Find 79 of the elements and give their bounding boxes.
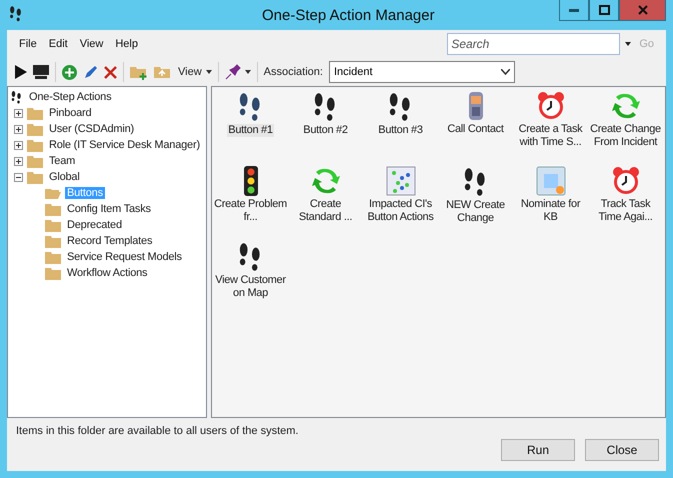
status-text: Items in this folder are available to all users of the system. <box>15 424 300 437</box>
add-icon[interactable] <box>62 64 77 80</box>
view-dropdown[interactable]: View <box>178 66 212 78</box>
dropdown-arrow-icon[interactable] <box>625 42 632 46</box>
association-dropdown[interactable]: Incident <box>328 61 515 83</box>
action-item[interactable]: Button #2 <box>302 124 349 137</box>
action-item[interactable]: Button #3 <box>377 124 424 137</box>
folder-icon <box>27 154 43 168</box>
minimize-button[interactable] <box>559 0 589 21</box>
tree-item[interactable]: Global <box>47 171 82 183</box>
tree-item[interactable]: User (CSDAdmin) <box>47 123 136 135</box>
folder-icon <box>27 138 43 152</box>
action-item[interactable]: Create Problem fr... <box>213 198 288 224</box>
play-icon[interactable] <box>15 65 27 79</box>
action-item[interactable]: Call Contact <box>446 123 505 136</box>
recycle-arrows-icon <box>310 166 340 196</box>
collapse-icon[interactable] <box>14 172 23 182</box>
folder-icon <box>27 122 43 136</box>
folder-icon <box>45 218 61 232</box>
caret-icon <box>206 70 212 74</box>
footprints-icon <box>10 90 23 104</box>
footprints-icon <box>8 5 24 22</box>
tree-item[interactable]: Config Item Tasks <box>65 203 153 215</box>
new-folder-icon[interactable] <box>130 64 148 80</box>
run-button[interactable]: Run <box>501 439 575 461</box>
menu-item[interactable]: Edit <box>42 38 74 50</box>
expand-icon[interactable] <box>14 156 23 166</box>
expand-icon[interactable] <box>14 140 23 150</box>
phone-icon <box>468 91 484 121</box>
folder-icon <box>45 234 61 248</box>
tree-item[interactable]: Service Request Models <box>65 251 184 263</box>
folder-icon <box>45 202 61 216</box>
alarm-clock-icon <box>610 166 640 196</box>
menu-item[interactable]: View <box>74 38 110 50</box>
folder-icon <box>45 186 61 200</box>
expand-icon[interactable] <box>14 124 23 134</box>
folder-icon <box>27 106 43 120</box>
tree-item[interactable]: Pinboard <box>47 107 94 119</box>
caret-icon <box>244 70 251 74</box>
tree-item[interactable]: Role (IT Service Desk Manager) <box>47 139 202 151</box>
action-item[interactable]: Create a Task with Time S... <box>513 123 588 149</box>
close-button[interactable] <box>619 0 666 21</box>
action-item[interactable]: Button #1 <box>227 124 274 137</box>
menu-item[interactable]: File <box>13 38 43 50</box>
delete-icon[interactable] <box>104 66 117 78</box>
screen-icon[interactable] <box>33 65 49 79</box>
close-icon <box>638 5 648 15</box>
magnifier-document-icon <box>536 166 566 196</box>
menu-item[interactable]: Help <box>109 38 144 50</box>
action-item[interactable]: Impacted CI's Button Actions <box>363 198 438 224</box>
folder-icon <box>27 170 43 184</box>
expand-icon[interactable] <box>14 108 23 118</box>
folder-icon <box>45 266 61 280</box>
association-label: Association: <box>264 66 323 78</box>
recycle-arrows-icon <box>610 91 640 121</box>
window-title: One-Step Action Manager <box>262 6 435 24</box>
tree-item[interactable]: Deprecated <box>65 219 124 231</box>
maximize-icon <box>598 5 610 15</box>
pin-dropdown[interactable] <box>224 64 251 80</box>
tree-item[interactable]: Team <box>47 155 78 167</box>
close-dialog-button[interactable]: Close <box>585 439 659 461</box>
pin-icon <box>224 64 241 80</box>
chevron-down-icon <box>500 69 510 75</box>
pencil-icon[interactable] <box>83 64 98 80</box>
folder-icon <box>45 250 61 264</box>
tree-root[interactable]: One-Step Actions <box>27 91 114 103</box>
tree-item[interactable]: Record Templates <box>65 235 154 247</box>
alarm-clock-icon <box>536 91 566 121</box>
action-item[interactable]: NEW Create Change <box>438 198 513 225</box>
tree-item[interactable]: Workflow Actions <box>65 267 150 279</box>
action-item[interactable]: Track Task Time Agai... <box>588 198 663 224</box>
action-item[interactable]: Create Change From Incident <box>588 123 663 149</box>
traffic-light-icon <box>244 166 258 196</box>
search-field[interactable]: Search <box>447 33 620 55</box>
minimize-icon <box>569 8 579 12</box>
action-item[interactable]: View Customer on Map <box>213 274 288 300</box>
action-item[interactable]: Create Standard ... <box>288 198 363 224</box>
action-item[interactable]: Nominate for KB <box>513 198 588 224</box>
scatter-grid-icon <box>386 166 416 196</box>
